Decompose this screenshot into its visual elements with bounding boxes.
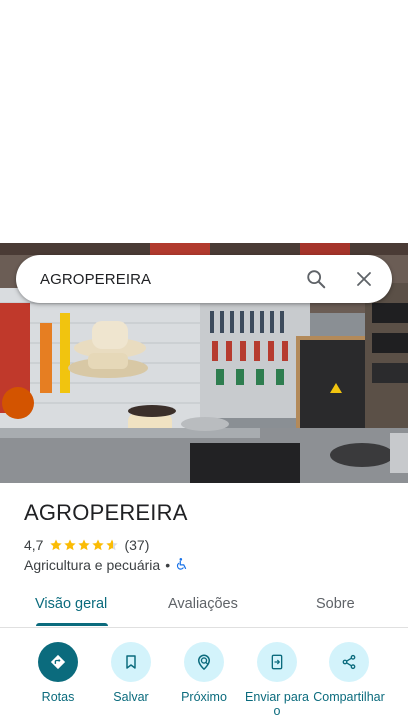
bookmark-icon — [111, 642, 151, 682]
action-bar: Rotas Salvar Próximo Enviar para o Compa… — [0, 640, 408, 726]
rating-value: 4,7 — [24, 537, 44, 553]
share-icon — [329, 642, 369, 682]
category-row: Agricultura e pecuária • — [24, 556, 189, 574]
share-button[interactable]: Compartilhar — [312, 642, 386, 704]
save-label: Salvar — [113, 690, 149, 704]
tab-overview[interactable]: Visão geral — [35, 596, 107, 612]
directions-button[interactable]: Rotas — [21, 642, 95, 704]
star-icon — [78, 539, 91, 551]
directions-label: Rotas — [41, 690, 75, 704]
close-icon[interactable] — [340, 255, 388, 303]
tab-reviews[interactable]: Avaliações — [168, 596, 238, 612]
nearby-icon — [184, 642, 224, 682]
star-icon — [92, 539, 105, 551]
map-blank-area — [0, 0, 408, 243]
tab-bar: Visão geral Avaliações Sobre — [0, 582, 408, 628]
nearby-button[interactable]: Próximo — [167, 642, 241, 704]
star-icon — [50, 539, 63, 551]
tab-about[interactable]: Sobre — [316, 596, 355, 612]
rating-row[interactable]: 4,7 (37) — [24, 536, 149, 554]
search-bar[interactable]: AGROPEREIRA — [16, 255, 392, 303]
active-tab-indicator — [36, 623, 108, 626]
wheelchair-icon[interactable] — [175, 557, 189, 574]
half-star-icon — [106, 539, 119, 551]
review-count[interactable]: (37) — [124, 537, 149, 553]
send-to-phone-icon — [257, 642, 297, 682]
directions-icon — [38, 642, 78, 682]
place-category: Agricultura e pecuária — [24, 557, 161, 573]
search-icon[interactable] — [292, 255, 340, 303]
save-button[interactable]: Salvar — [94, 642, 168, 704]
place-title: AGROPEREIRA — [24, 500, 188, 525]
nearby-label: Próximo — [181, 690, 227, 704]
share-label: Compartilhar — [313, 690, 385, 704]
star-icon — [64, 539, 77, 551]
separator-dot: • — [165, 557, 171, 573]
send-to-phone-label: Enviar para o — [245, 690, 309, 718]
rating-stars — [49, 538, 119, 552]
send-to-phone-button[interactable]: Enviar para o — [240, 642, 314, 718]
search-input[interactable]: AGROPEREIRA — [40, 271, 292, 288]
